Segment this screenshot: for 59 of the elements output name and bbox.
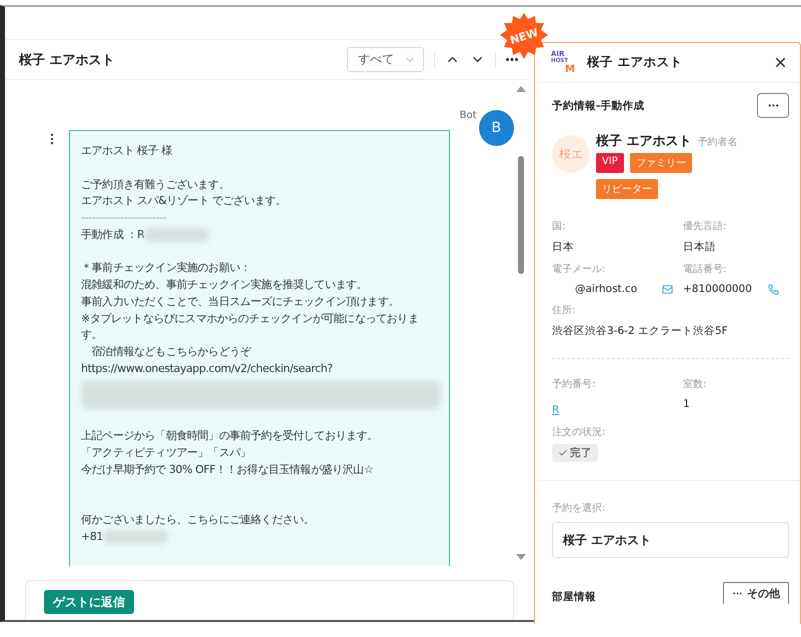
reply-button[interactable]: ゲストに返信 (44, 590, 134, 614)
other-button[interactable]: その他 (723, 582, 789, 604)
more-button[interactable] (506, 58, 518, 61)
message-line: 混雑緩和のため、事前チェックイン実施を推奨しています。 (81, 277, 368, 293)
guest-tag: ファミリー (630, 153, 692, 173)
guest-role: 予約者名 (698, 137, 738, 148)
panel-title: 桜子 エアホスト (587, 54, 684, 71)
field-value: +810000000 (683, 283, 752, 295)
field-value: 1 (683, 398, 690, 410)
filter-select[interactable]: すべて (347, 47, 424, 72)
field-label: 住所: (552, 304, 576, 317)
field-value: 渋谷区渋谷3-6-2 エクラート渋谷5F (552, 324, 728, 338)
message-line: 事前入力いただくことで、当日スムーズにチェックイン頂けます。 (81, 294, 400, 310)
section-title: 予約情報-手動作成 (552, 98, 644, 112)
field-label: 電話番号: (683, 262, 728, 276)
guest-tag: リピーター (596, 179, 658, 199)
status-badge: 完了 (552, 444, 598, 462)
blur-mask (144, 228, 210, 242)
field-label: 室数: (683, 378, 708, 391)
field-value: @airhost.co (575, 283, 638, 295)
guest-tag: VIP (596, 153, 624, 173)
new-badge: NEW (500, 13, 548, 59)
message-line: 今だけ早期予約で 30% OFF！！お得な目玉情報が盛り沢山☆ (81, 462, 374, 478)
field-label: 優先言語: (683, 220, 728, 233)
bot-avatar: B (478, 110, 514, 146)
message-line: 「アクティビティツアー」「スパ」 (81, 445, 252, 461)
message-line: ご予約頂き有難うございます。 (81, 176, 230, 192)
more-icon (506, 58, 518, 61)
phone-icon[interactable] (768, 284, 779, 294)
booking-select[interactable]: 桜子 エアホスト (552, 522, 789, 558)
field-label: 注文の状況: (552, 426, 606, 439)
message-line: 手動作成 ：R (81, 226, 144, 243)
close-icon[interactable] (773, 55, 788, 70)
sender-name: Bot (460, 110, 477, 121)
field-label: 電子メール: (552, 263, 606, 276)
field-value: 日本 (552, 240, 574, 254)
check-icon (558, 448, 568, 458)
field-label: 予約を選択: (552, 502, 606, 515)
message-divider: ------------------------ (81, 210, 168, 226)
message-line: +81 (81, 528, 104, 545)
guest-avatar: 桜エ (552, 135, 590, 173)
close-glyph-icon (773, 55, 788, 70)
message-line: ＊事前チェックイン実施のお願い： (81, 260, 252, 276)
section-title: 部屋情報 (552, 590, 596, 604)
message-line: 何かございましたら、こちらにご連絡ください。 (81, 512, 316, 528)
message-line: 宿泊情報などもこちらからどうぞ (90, 344, 252, 360)
message-line: エアホスト スパ&リゾート でございます。 (81, 193, 288, 210)
field-label: 国: (552, 220, 566, 233)
message-line: https://www.onestayapp.com/v2/checkin/search? (81, 360, 334, 377)
guest-name: 桜子 エアホスト (596, 134, 692, 149)
blur-mask (103, 530, 168, 544)
field-value: 日本語 (683, 240, 716, 254)
mail-icon[interactable] (662, 284, 673, 294)
message-line: ※タブレットならびにスマホからのチェックインが可能になっておりま (81, 310, 420, 326)
message-line: す。 (81, 327, 104, 344)
message-line: エアホスト 桜子 様 (81, 143, 173, 159)
field-label: 予約番号: (552, 378, 596, 391)
conversation-title: 桜子 エアホスト (19, 52, 116, 68)
message-line: 上記ページから「朝食時間」の事前予約を受付しております。 (81, 428, 379, 444)
